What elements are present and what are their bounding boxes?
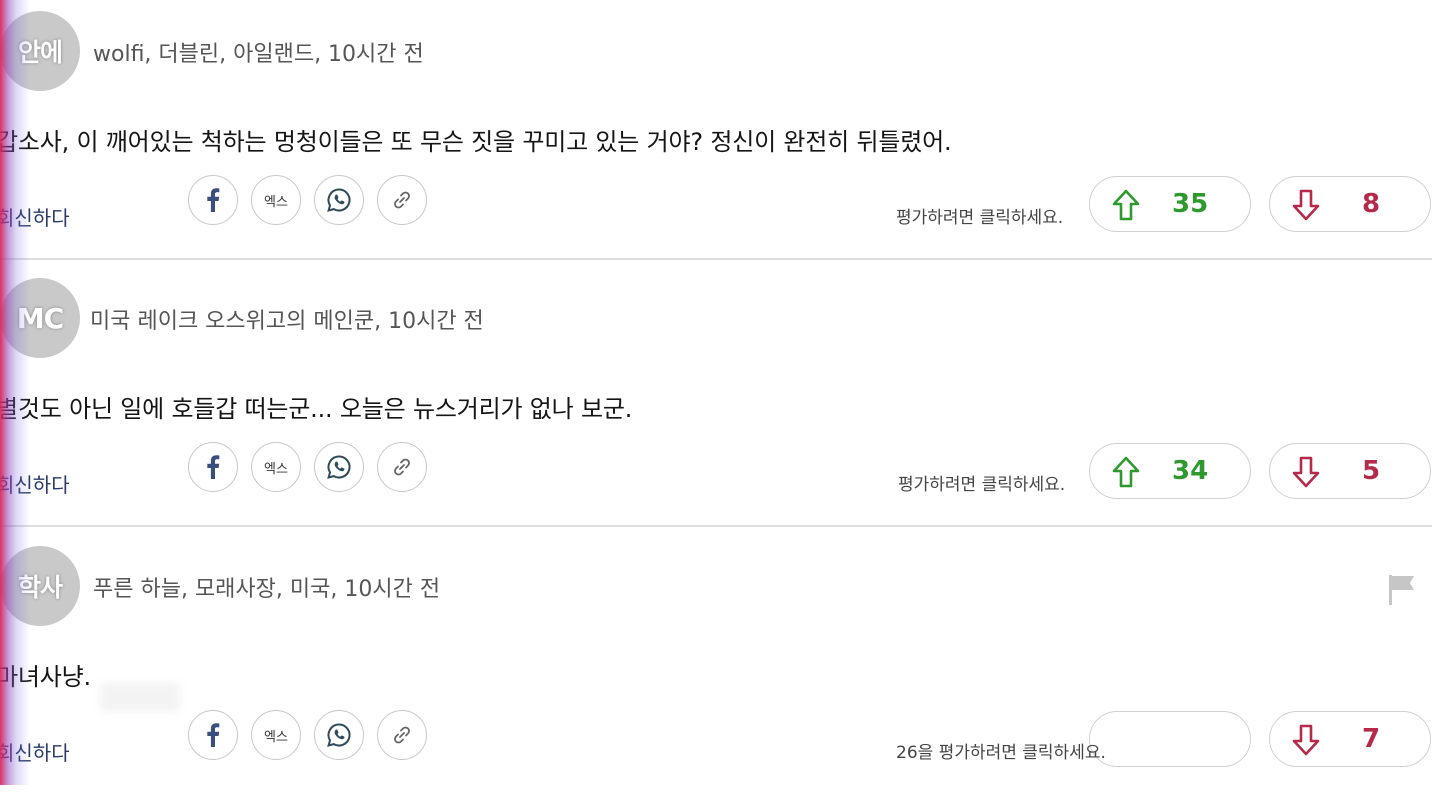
comment-meta: wolfi, 더블린, 아일랜드, 10시간 전 <box>93 42 424 67</box>
comment-body: 별것도 아닌 일에 호들갑 떠는군... 오늘은 뉴스거리가 없나 보군. <box>0 395 633 423</box>
comment-meta: 푸른 하늘, 모래사장, 미국, 10시간 전 <box>93 577 441 602</box>
whatsapp-icon <box>327 188 351 212</box>
whatsapp-icon <box>327 723 351 747</box>
share-facebook-button[interactable] <box>188 442 238 492</box>
share-x-button[interactable]: 엑스 <box>251 442 301 492</box>
share-facebook-button[interactable] <box>188 175 238 225</box>
downvote-button[interactable]: 8 <box>1269 176 1431 232</box>
upvote-button[interactable]: 34 <box>1089 443 1251 499</box>
comment-divider <box>0 525 1432 527</box>
arrow-up-icon <box>1112 189 1140 221</box>
share-whatsapp-button[interactable] <box>314 710 364 760</box>
x-icon: 엑스 <box>264 461 288 477</box>
share-whatsapp-button[interactable] <box>314 442 364 492</box>
link-icon <box>394 458 410 476</box>
downvote-button[interactable]: 5 <box>1269 443 1431 499</box>
copy-link-button[interactable] <box>377 442 427 492</box>
share-whatsapp-button[interactable] <box>314 175 364 225</box>
comment: 안에 wolfi, 더블린, 아일랜드, 10시간 전 갑소사, 이 깨어있는 … <box>0 0 1450 266</box>
arrow-down-icon <box>1292 189 1320 221</box>
facebook-icon <box>207 455 220 479</box>
facebook-icon <box>207 723 220 747</box>
arrow-down-icon <box>1292 456 1320 488</box>
downvote-count: 8 <box>1362 189 1381 219</box>
comment-body: 갑소사, 이 깨어있는 척하는 멍청이들은 또 무슨 짓을 꾸미고 있는 거야?… <box>0 128 952 156</box>
comment-divider <box>0 258 1432 260</box>
reply-button[interactable]: 회신하다 <box>0 202 70 231</box>
share-x-button[interactable]: 엑스 <box>251 175 301 225</box>
rate-label: 평가하려면 클릭하세요. <box>896 208 1064 228</box>
comment-body: 마녀사냥. <box>0 663 91 691</box>
reply-button[interactable]: 회신하다 <box>0 469 70 498</box>
comment-meta: 미국 레이크 오스위고의 메인쿤, 10시간 전 <box>90 309 484 334</box>
blurred-area <box>100 683 180 711</box>
link-icon <box>394 726 410 744</box>
comment: 학사 푸른 하늘, 모래사장, 미국, 10시간 전 마녀사냥. 회신하다 엑스… <box>0 535 1450 801</box>
x-icon: 엑스 <box>264 729 288 745</box>
copy-link-button[interactable] <box>377 710 427 760</box>
whatsapp-icon <box>327 455 351 479</box>
avatar: MC <box>0 278 80 358</box>
upvote-count: 34 <box>1172 456 1209 486</box>
reply-button[interactable]: 회신하다 <box>0 737 70 766</box>
arrow-up-icon <box>1112 456 1140 488</box>
link-icon <box>394 191 410 209</box>
arrow-down-icon <box>1292 724 1320 756</box>
facebook-icon <box>207 188 220 212</box>
share-facebook-button[interactable] <box>188 710 238 760</box>
copy-link-button[interactable] <box>377 175 427 225</box>
downvote-count: 5 <box>1362 456 1381 486</box>
avatar: 안에 <box>0 11 80 91</box>
downvote-count: 7 <box>1362 724 1381 754</box>
rate-label: 26을 평가하려면 클릭하세요. <box>896 743 1106 763</box>
upvote-count: 35 <box>1172 189 1209 219</box>
upvote-button[interactable] <box>1089 711 1251 767</box>
x-icon: 엑스 <box>264 194 288 210</box>
flag-icon[interactable] <box>1386 573 1418 607</box>
avatar: 학사 <box>0 546 80 626</box>
rate-label: 평가하려면 클릭하세요. <box>898 475 1066 495</box>
comment: MC 미국 레이크 오스위고의 메인쿤, 10시간 전 별것도 아닌 일에 호들… <box>0 267 1450 533</box>
downvote-button[interactable]: 7 <box>1269 711 1431 767</box>
upvote-button[interactable]: 35 <box>1089 176 1251 232</box>
share-x-button[interactable]: 엑스 <box>251 710 301 760</box>
